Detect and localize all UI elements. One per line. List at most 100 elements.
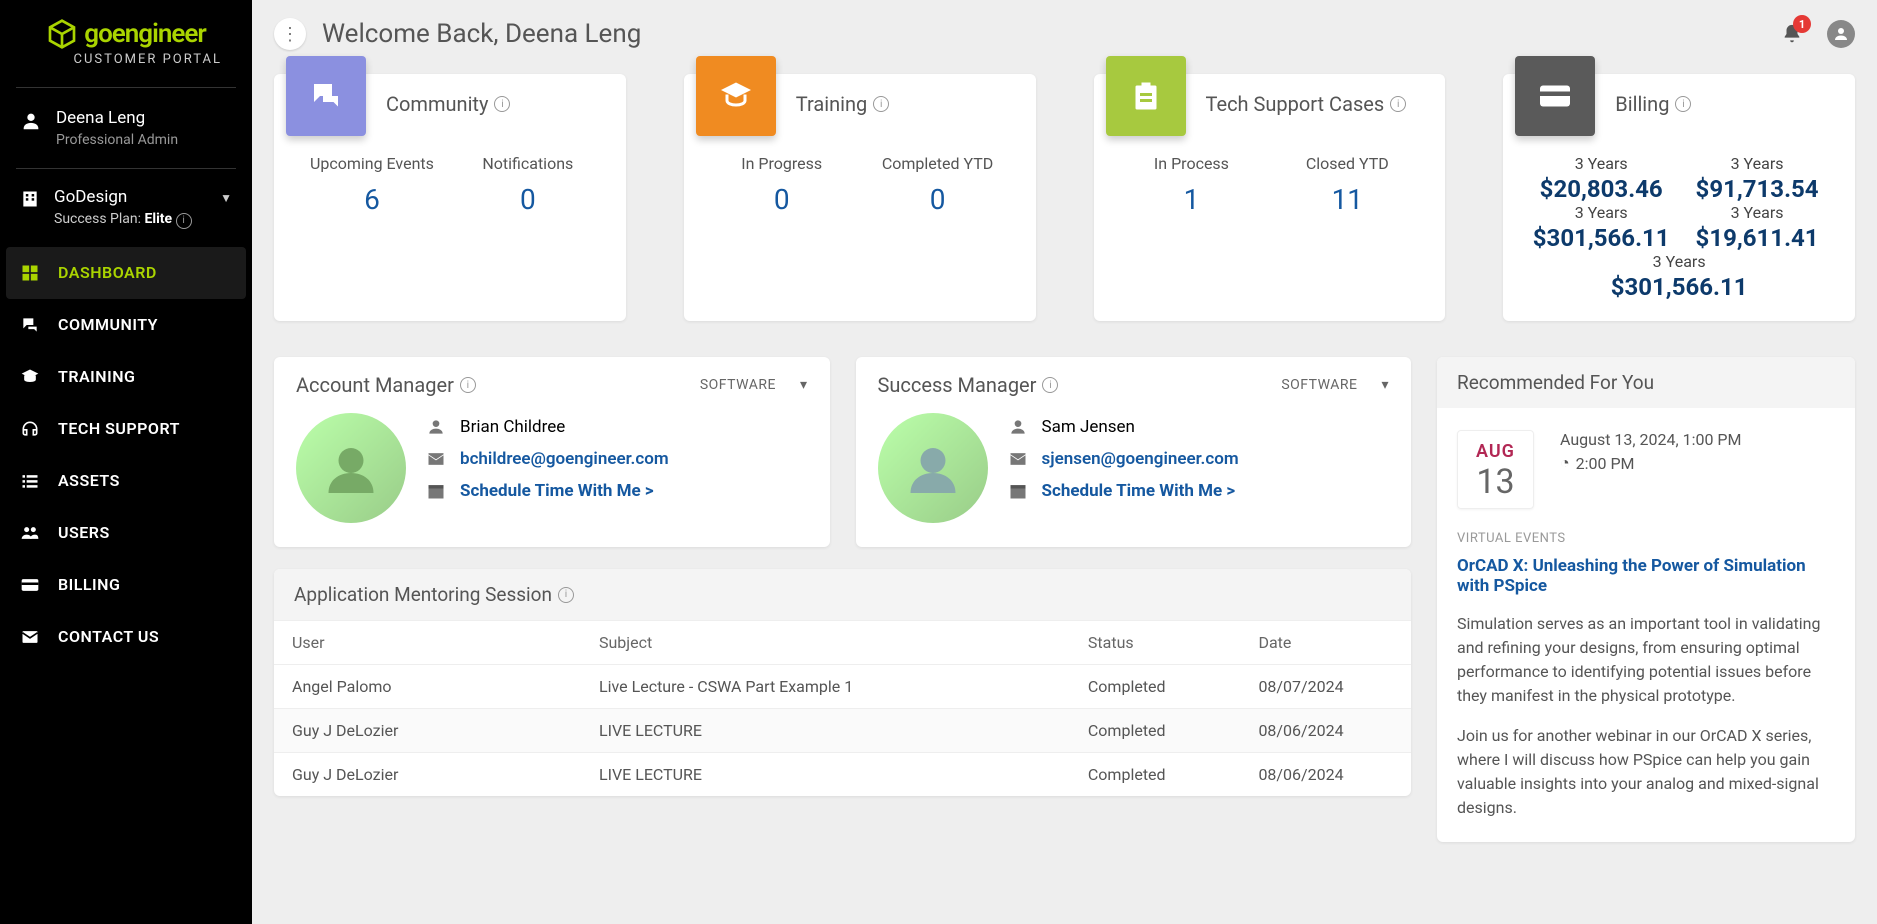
info-icon[interactable]: i <box>176 213 192 229</box>
chevron-down-icon: ▾ <box>1381 377 1389 393</box>
org-plan: Success Plan: Elite i <box>54 211 192 229</box>
sidebar-item-dashboard[interactable]: DASHBOARD <box>6 247 246 299</box>
stat-value: 0 <box>450 183 606 216</box>
schedule-link[interactable]: Schedule Time With Me > <box>460 481 654 501</box>
mail-icon <box>1008 449 1030 469</box>
card-icon <box>20 575 42 595</box>
list-icon <box>20 471 42 491</box>
forum-icon <box>20 315 42 335</box>
stat-value: 11 <box>1269 183 1425 216</box>
billing-label: 3 Years <box>1523 154 1679 173</box>
info-icon[interactable]: i <box>558 587 574 603</box>
card-title: Recommended For You <box>1437 357 1855 408</box>
user-name: Deena Leng <box>56 108 178 128</box>
event-datetime: August 13, 2024, 1:00 PM <box>1560 430 1742 449</box>
brand-name: goengineer <box>84 19 205 49</box>
billing-value: $20,803.46 <box>1523 175 1679 203</box>
billing-value: $301,566.11 <box>1523 224 1679 252</box>
manager-email[interactable]: sjensen@goengineer.com <box>1042 449 1239 469</box>
mail-icon <box>20 627 42 647</box>
divider <box>16 87 236 88</box>
table-row[interactable]: Angel PalomoLive Lecture - CSWA Part Exa… <box>274 665 1411 709</box>
more-button[interactable]: ⋮ <box>274 18 306 50</box>
stat-label: In Progress <box>704 154 860 173</box>
info-icon[interactable]: i <box>873 96 889 112</box>
account-manager-card: Account Manager i SOFTWARE▾ Brian Childr… <box>274 357 830 547</box>
avatar <box>296 413 406 523</box>
col-user: User <box>274 621 581 665</box>
stat-value: 1 <box>1114 183 1270 216</box>
account-icon <box>1832 25 1850 43</box>
support-card[interactable]: Tech Support Cases i In Process 1 Closed … <box>1094 74 1446 321</box>
cube-icon <box>46 18 78 50</box>
sidebar-item-community[interactable]: COMMUNITY <box>0 299 252 351</box>
card-title: Account Manager <box>296 373 454 397</box>
manager-name: Brian Childree <box>460 417 565 437</box>
billing-card[interactable]: Billing i 3 Years$20,803.46 3 Years$91,7… <box>1503 74 1855 321</box>
card-title: Application Mentoring Session <box>294 583 552 606</box>
org-block[interactable]: GoDesign Success Plan: Elite i ▼ <box>0 177 252 239</box>
brand-subtitle: CUSTOMER PORTAL <box>20 52 232 67</box>
sidebar-item-users[interactable]: USERS <box>0 507 252 559</box>
event-title[interactable]: OrCAD X: Unleashing the Power of Simulat… <box>1457 556 1835 596</box>
schedule-link[interactable]: Schedule Time With Me > <box>1042 481 1236 501</box>
mentoring-card: Application Mentoring Session i User Sub… <box>274 569 1411 796</box>
org-name: GoDesign <box>54 187 192 207</box>
clock-icon: ◔ <box>1560 453 1570 473</box>
sidebar-item-techsupport[interactable]: TECH SUPPORT <box>0 403 252 455</box>
billing-tile-icon <box>1515 56 1595 136</box>
stats-row: Community i Upcoming Events6 Notificatio… <box>274 74 1855 321</box>
calendar-icon <box>426 481 448 501</box>
user-block[interactable]: Deena Leng Professional Admin <box>0 96 252 160</box>
person-icon <box>1008 417 1030 437</box>
main: ⋮ Welcome Back, Deena Leng 1 Community i… <box>252 0 1877 924</box>
topbar: ⋮ Welcome Back, Deena Leng 1 <box>274 18 1855 50</box>
info-icon[interactable]: i <box>1042 377 1058 393</box>
info-icon[interactable]: i <box>494 96 510 112</box>
stat-label: Upcoming Events <box>294 154 450 173</box>
building-icon <box>20 189 40 209</box>
school-icon <box>20 367 42 387</box>
billing-label: 3 Years <box>1523 252 1835 271</box>
sidebar-item-contact[interactable]: CONTACT US <box>0 611 252 663</box>
user-role: Professional Admin <box>56 132 178 148</box>
info-icon[interactable]: i <box>1390 96 1406 112</box>
manager-dropdown[interactable]: SOFTWARE▾ <box>1281 377 1389 393</box>
billing-value: $301,566.11 <box>1523 273 1835 301</box>
user-icon <box>20 110 42 132</box>
notifications-badge: 1 <box>1793 15 1811 33</box>
stat-label: Closed YTD <box>1269 154 1425 173</box>
sidebar-item-assets[interactable]: ASSETS <box>0 455 252 507</box>
billing-label: 3 Years <box>1679 154 1835 173</box>
stat-label: In Process <box>1114 154 1270 173</box>
event-endtime: 2:00 PM <box>1576 454 1635 473</box>
account-button[interactable] <box>1827 20 1855 48</box>
training-card[interactable]: Training i In Progress0 Completed YTD0 <box>684 74 1036 321</box>
nav-label: TECH SUPPORT <box>58 419 180 438</box>
info-icon[interactable]: i <box>1675 96 1691 112</box>
manager-name: Sam Jensen <box>1042 417 1135 437</box>
col-status: Status <box>1070 621 1241 665</box>
card-title: Success Manager <box>878 373 1037 397</box>
sidebar-item-training[interactable]: TRAINING <box>0 351 252 403</box>
divider <box>16 168 236 169</box>
community-card[interactable]: Community i Upcoming Events6 Notificatio… <box>274 74 626 321</box>
manager-email[interactable]: bchildree@goengineer.com <box>460 449 669 469</box>
sidebar-item-billing[interactable]: BILLING <box>0 559 252 611</box>
notifications-button[interactable]: 1 <box>1781 23 1803 45</box>
headset-icon <box>20 419 42 439</box>
table-row[interactable]: Guy J DeLozierLIVE LECTURECompleted08/06… <box>274 709 1411 753</box>
card-title: Billing <box>1615 92 1669 116</box>
chevron-down-icon[interactable]: ▼ <box>220 191 232 205</box>
table-row[interactable]: Guy J DeLozierLIVE LECTURECompleted08/06… <box>274 753 1411 797</box>
manager-dropdown[interactable]: SOFTWARE▾ <box>700 377 808 393</box>
card-title: Tech Support Cases <box>1206 92 1385 116</box>
col-date: Date <box>1240 621 1411 665</box>
info-icon[interactable]: i <box>460 377 476 393</box>
nav-label: COMMUNITY <box>58 315 158 334</box>
person-icon <box>426 417 448 437</box>
mentoring-table: User Subject Status Date Angel PalomoLiv… <box>274 620 1411 796</box>
nav-label: CONTACT US <box>58 627 159 646</box>
nav-label: DASHBOARD <box>58 263 157 282</box>
logo[interactable]: goengineer CUSTOMER PORTAL <box>0 10 252 79</box>
